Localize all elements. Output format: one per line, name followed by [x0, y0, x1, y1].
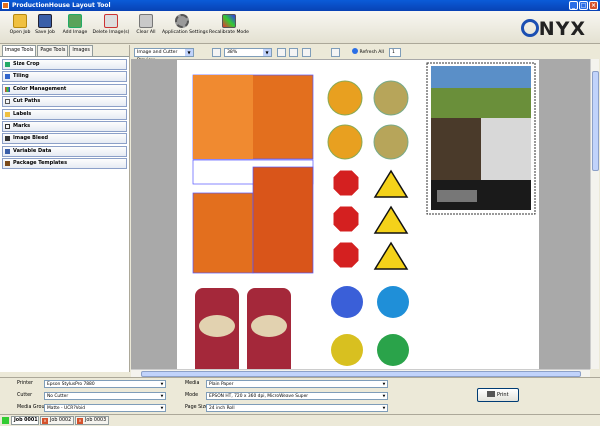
tool-cut-paths[interactable]: Cut Paths — [2, 96, 127, 108]
zoom-icon[interactable] — [212, 48, 221, 57]
cut-paths-icon — [5, 99, 10, 105]
horizontal-scrollbar[interactable] — [131, 369, 590, 377]
delete-image-icon — [104, 14, 118, 28]
media-label: Media — [185, 381, 200, 386]
tool-package-templates[interactable]: Package Templates — [2, 158, 127, 170]
zoom-select[interactable]: 38% ▼ — [224, 48, 272, 57]
app-icon — [2, 2, 9, 9]
zoom-page-button[interactable] — [302, 48, 311, 57]
tool-marks[interactable]: Marks — [2, 120, 127, 132]
preview-mode-select[interactable]: Image and Cutter Preview▼ — [134, 48, 194, 63]
layout-preview — [192, 62, 536, 369]
zoom-width-button[interactable] — [289, 48, 298, 57]
printer-select[interactable]: Epson StylusPro 7880 ▼ — [44, 380, 166, 388]
recalibrate-mode-button[interactable]: Recalibrate Mode — [209, 14, 249, 35]
refresh-count-select[interactable]: 1 — [389, 48, 401, 57]
floppy-icon — [38, 14, 52, 28]
marks-icon — [5, 123, 10, 129]
title-bar: ProductionHouse Layout Tool _ □ × — [0, 0, 600, 11]
job-status-icon — [2, 417, 9, 424]
image-bleed-icon — [5, 136, 10, 142]
close-job-icon[interactable]: × — [77, 418, 83, 424]
size-crop-icon — [5, 62, 10, 67]
bottom-panel: Printer Epson StylusPro 7880 ▼ Cutter No … — [0, 377, 600, 414]
package-templates-icon — [5, 161, 10, 167]
tool-labels[interactable]: Labels — [2, 108, 127, 120]
recalibrate-icon — [222, 14, 236, 28]
add-image-button[interactable]: Add Image — [55, 14, 95, 35]
vertical-scroll-thumb[interactable] — [592, 71, 599, 171]
vertical-scrollbar[interactable] — [590, 59, 599, 369]
application-settings-button[interactable]: Application Settings — [162, 14, 208, 35]
media-group-label: Media Group — [17, 405, 48, 410]
clear-all-icon — [139, 14, 153, 28]
window-title: ProductionHouse Layout Tool — [12, 2, 111, 9]
mode-select[interactable]: EPSON HT, 720 x 360 dpi, MicroWeave Supe… — [206, 392, 388, 400]
tiling-icon — [5, 74, 10, 80]
onyx-logo: NYX — [520, 18, 586, 40]
close-job-icon[interactable]: × — [42, 418, 48, 424]
printer-icon — [487, 391, 496, 397]
cutter-select[interactable]: No Cutter ▼ — [44, 392, 166, 400]
image-tools-list: Size Crop Tiling Color Management Cut Pa… — [0, 56, 129, 372]
view-toolbar: Image and Cutter Preview▼ 38%▼ Refresh A… — [131, 45, 600, 63]
printer-label: Printer — [17, 381, 33, 386]
job-tab-3[interactable]: × Job 0003 — [75, 416, 109, 425]
print-button[interactable]: Print — [477, 388, 519, 402]
tool-size-crop[interactable]: Size Crop — [2, 59, 127, 70]
tab-images[interactable]: Images — [69, 45, 93, 56]
tool-image-bleed[interactable]: Image Bleed — [2, 133, 127, 145]
maximize-button[interactable]: □ — [579, 1, 588, 10]
layout-canvas[interactable] — [131, 59, 590, 369]
main-toolbar: Open Job Save Job Add Image Delete Image… — [0, 11, 600, 44]
clear-all-button[interactable]: Clear All — [126, 14, 166, 35]
left-panel: Image Tools Page Tools Images Size Crop … — [0, 45, 130, 372]
add-image-icon — [68, 14, 82, 28]
refresh-all-button[interactable]: Refresh All — [350, 48, 386, 57]
minimize-button[interactable]: _ — [569, 1, 578, 10]
cutter-label: Cutter — [17, 393, 33, 398]
color-management-icon — [5, 86, 10, 92]
delete-images-button[interactable]: Delete Image(s) — [91, 14, 131, 35]
zoom-fit-button[interactable] — [277, 48, 286, 57]
job-tab-1[interactable]: Job 0001 — [11, 416, 39, 425]
print-page[interactable] — [177, 60, 539, 369]
tool-tiling[interactable]: Tiling — [2, 71, 127, 83]
page-size-label: Page Size — [185, 405, 208, 410]
media-select[interactable]: Plain Paper ▼ — [206, 380, 388, 388]
labels-icon — [5, 111, 10, 117]
variable-data-icon — [5, 148, 10, 154]
gear-icon — [175, 14, 189, 28]
page-view-button[interactable] — [331, 48, 340, 57]
media-group-select[interactable]: Matte - UCR?Void ▼ — [44, 404, 166, 412]
refresh-icon — [352, 48, 358, 54]
tab-page-tools[interactable]: Page Tools — [37, 45, 69, 56]
page-size-select[interactable]: 24 inch Roll ▼ — [206, 404, 388, 412]
mode-label: Mode — [185, 393, 199, 398]
job-tab-2[interactable]: × Job 0002 — [40, 416, 74, 425]
tool-variable-data[interactable]: Variable Data — [2, 145, 127, 157]
close-button[interactable]: × — [589, 1, 598, 10]
tool-color-management[interactable]: Color Management — [2, 83, 127, 95]
tab-image-tools[interactable]: Image Tools — [2, 45, 37, 56]
job-tabs-bar: Job 0001 × Job 0002 × Job 0003 — [0, 414, 600, 426]
